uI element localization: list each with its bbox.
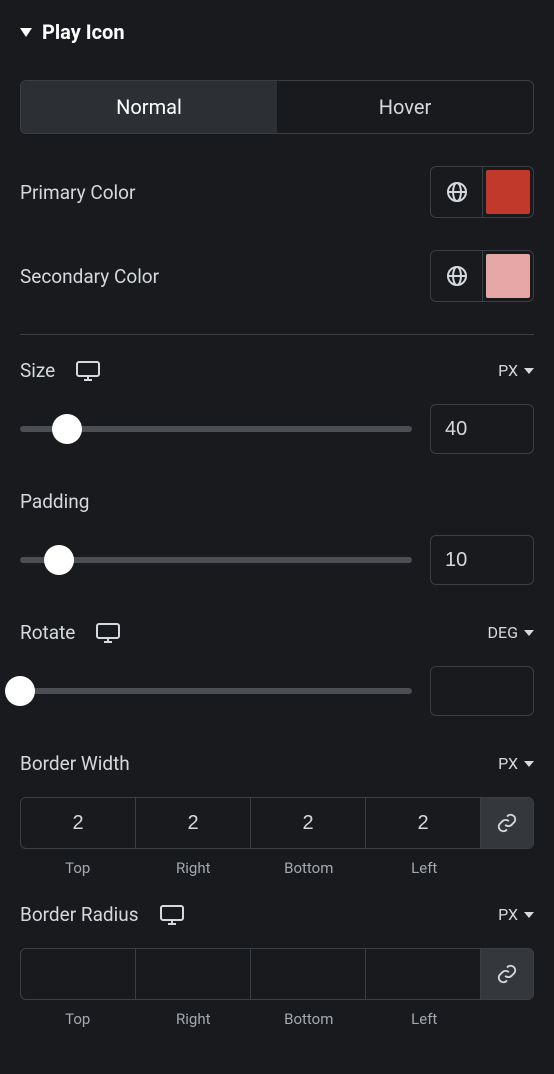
chevron-down-icon bbox=[524, 912, 534, 918]
border-radius-labels: Top Right Bottom Left bbox=[20, 1010, 534, 1028]
secondary-color-row: Secondary Color bbox=[20, 250, 534, 302]
border-width-bottom-input[interactable] bbox=[251, 798, 365, 848]
chevron-down-icon bbox=[524, 368, 534, 374]
border-radius-left-input[interactable] bbox=[366, 949, 480, 999]
border-width-right-input[interactable] bbox=[136, 798, 250, 848]
border-width-left-input[interactable] bbox=[366, 798, 480, 848]
label-left: Left bbox=[367, 859, 483, 877]
label-right: Right bbox=[136, 859, 252, 877]
global-color-button[interactable] bbox=[431, 167, 483, 217]
border-width-inputs bbox=[20, 797, 534, 849]
label-top: Top bbox=[20, 1010, 136, 1028]
padding-control bbox=[20, 535, 534, 585]
rotate-slider[interactable] bbox=[20, 688, 412, 694]
size-slider[interactable] bbox=[20, 426, 412, 432]
chevron-down-icon bbox=[524, 761, 534, 767]
size-label: Size bbox=[20, 359, 55, 382]
desktop-icon[interactable] bbox=[159, 904, 185, 926]
desktop-icon[interactable] bbox=[75, 360, 101, 382]
rotate-unit-label: DEG bbox=[488, 623, 519, 642]
primary-color-control bbox=[430, 166, 534, 218]
size-control bbox=[20, 404, 534, 454]
border-radius-unit-select[interactable]: PX bbox=[498, 905, 534, 924]
rotate-label: Rotate bbox=[20, 621, 75, 644]
label-bottom: Bottom bbox=[251, 1010, 367, 1028]
tab-normal[interactable]: Normal bbox=[21, 81, 277, 133]
padding-label: Padding bbox=[20, 490, 89, 513]
slider-thumb[interactable] bbox=[52, 414, 82, 444]
secondary-color-label: Secondary Color bbox=[20, 265, 159, 288]
border-radius-unit-label: PX bbox=[498, 905, 518, 924]
padding-input[interactable] bbox=[430, 535, 534, 585]
border-width-header: Border Width PX bbox=[20, 752, 534, 775]
border-width-unit-select[interactable]: PX bbox=[498, 754, 534, 773]
link-values-button[interactable] bbox=[481, 949, 533, 999]
link-values-button[interactable] bbox=[481, 798, 533, 848]
border-width-unit-label: PX bbox=[498, 754, 518, 773]
size-header: Size PX bbox=[20, 359, 534, 382]
rotate-unit-select[interactable]: DEG bbox=[488, 623, 535, 642]
desktop-icon[interactable] bbox=[95, 622, 121, 644]
secondary-color-control bbox=[430, 250, 534, 302]
label-bottom: Bottom bbox=[251, 859, 367, 877]
slider-thumb[interactable] bbox=[44, 545, 74, 575]
border-radius-inputs bbox=[20, 948, 534, 1000]
section-title: Play Icon bbox=[42, 20, 125, 44]
padding-header: Padding bbox=[20, 490, 534, 513]
padding-slider[interactable] bbox=[20, 557, 412, 563]
divider bbox=[20, 334, 534, 335]
label-left: Left bbox=[367, 1010, 483, 1028]
rotate-header: Rotate DEG bbox=[20, 621, 534, 644]
secondary-color-swatch[interactable] bbox=[486, 254, 530, 298]
border-width-labels: Top Right Bottom Left bbox=[20, 859, 534, 877]
border-width-top-input[interactable] bbox=[21, 798, 135, 848]
primary-color-row: Primary Color bbox=[20, 166, 534, 218]
globe-icon bbox=[445, 264, 469, 288]
rotate-input[interactable] bbox=[430, 666, 534, 716]
border-radius-bottom-input[interactable] bbox=[251, 949, 365, 999]
link-icon bbox=[496, 963, 518, 985]
link-icon bbox=[496, 812, 518, 834]
section-header[interactable]: Play Icon bbox=[20, 20, 534, 44]
global-color-button[interactable] bbox=[431, 251, 483, 301]
border-radius-header: Border Radius PX bbox=[20, 903, 534, 926]
tab-hover[interactable]: Hover bbox=[277, 81, 533, 133]
size-unit-label: PX bbox=[498, 361, 518, 380]
globe-icon bbox=[445, 180, 469, 204]
slider-thumb[interactable] bbox=[5, 676, 35, 706]
border-radius-right-input[interactable] bbox=[136, 949, 250, 999]
border-width-label: Border Width bbox=[20, 752, 130, 775]
size-input[interactable] bbox=[430, 404, 534, 454]
state-tabs: Normal Hover bbox=[20, 80, 534, 134]
border-radius-top-input[interactable] bbox=[21, 949, 135, 999]
chevron-down-icon bbox=[524, 630, 534, 636]
label-top: Top bbox=[20, 859, 136, 877]
border-radius-label: Border Radius bbox=[20, 903, 139, 926]
size-unit-select[interactable]: PX bbox=[498, 361, 534, 380]
rotate-control bbox=[20, 666, 534, 716]
caret-down-icon bbox=[20, 28, 32, 37]
label-right: Right bbox=[136, 1010, 252, 1028]
primary-color-label: Primary Color bbox=[20, 181, 135, 204]
primary-color-swatch[interactable] bbox=[486, 170, 530, 214]
